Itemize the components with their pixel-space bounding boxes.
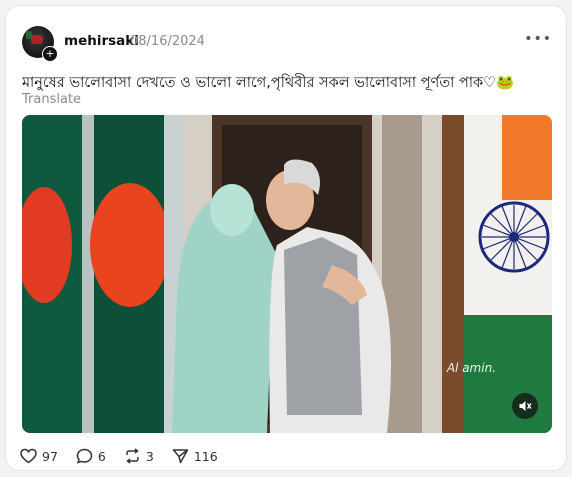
reply-button[interactable]: 6 (76, 448, 106, 464)
video-watermark: Al amin. (446, 361, 496, 375)
avatar[interactable]: + (22, 26, 58, 62)
username[interactable]: mehirsaki (64, 33, 139, 49)
send-icon (172, 449, 189, 464)
comment-icon (76, 448, 93, 464)
like-button[interactable]: 97 (20, 448, 58, 464)
video-frame (22, 115, 552, 433)
reply-count: 6 (97, 448, 106, 464)
more-options-button[interactable]: ••• (524, 32, 552, 46)
heart-icon (20, 448, 37, 464)
repost-count: 3 (145, 448, 154, 464)
action-bar: 97 6 3 116 (20, 446, 236, 466)
speaker-muted-icon[interactable] (512, 393, 538, 419)
repost-button[interactable]: 3 (124, 448, 154, 464)
avatar-detail (31, 35, 43, 44)
translate-link[interactable]: Translate (22, 92, 81, 107)
post-card: + mehirsaki 08/16/2024 ••• মানুষের ভালোব… (5, 5, 567, 471)
repost-icon (126, 448, 139, 464)
video-player[interactable]: Al amin. (22, 115, 552, 433)
post-date: 08/16/2024 (130, 34, 205, 49)
post-caption: মানুষের ভালোবাসা দেখতে ও ভালো লাগে,পৃথিব… (22, 75, 515, 91)
share-count: 116 (193, 448, 218, 464)
follow-plus-icon[interactable]: + (42, 46, 58, 62)
like-count: 97 (42, 448, 58, 464)
share-button[interactable]: 116 (172, 448, 218, 464)
